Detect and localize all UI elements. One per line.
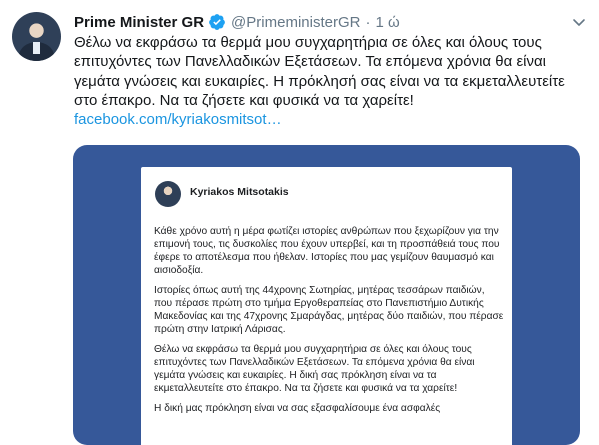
tweet-text: Θέλω να εκφράσω τα θερμά μου συγχαρητήρι… [74,33,584,129]
post-author-name: Kyriakos Mitsotakis [190,186,289,198]
tweet-timestamp[interactable]: 1 ώ [375,14,399,31]
tweet-body: Θέλω να εκφράσω τα θερμά μου συγχαρητήρι… [74,34,565,109]
tweet-header: Prime Minister GR @PrimeministerGR · 1 ώ [74,10,587,34]
link-preview-card[interactable]: Kyriakos Mitsotakis Κάθε χρόνο αυτή η μέ… [73,145,580,445]
verified-badge-icon [209,14,225,30]
chevron-down-icon[interactable] [571,14,587,30]
separator-dot: · [365,13,371,31]
post-paragraph: Ιστορίες όπως αυτή της 44χρονης Σωτηρίας… [154,285,504,335]
avatar-shirt [33,42,40,54]
post-body: Κάθε χρόνο αυτή η μέρα φωτίζει ιστορίες … [154,225,504,422]
profile-avatar[interactable] [12,12,61,61]
post-author-avatar [155,181,181,207]
post-paragraph: Θέλω να εκφράσω τα θερμά μου συγχαρητήρι… [154,344,475,394]
tweet-link[interactable]: facebook.com/kyriakosmitsot… [74,111,282,128]
display-name[interactable]: Prime Minister GR [74,14,204,31]
post-paragraph: Κάθε χρόνο αυτή η μέρα φωτίζει ιστορίες … [154,226,500,276]
facebook-post-image: Kyriakos Mitsotakis Κάθε χρόνο αυτή η μέ… [141,167,512,445]
post-paragraph: Η δική μας πρόκληση είναι να σας εξασφαλ… [154,403,441,414]
user-handle[interactable]: @PrimeministerGR [231,14,360,31]
